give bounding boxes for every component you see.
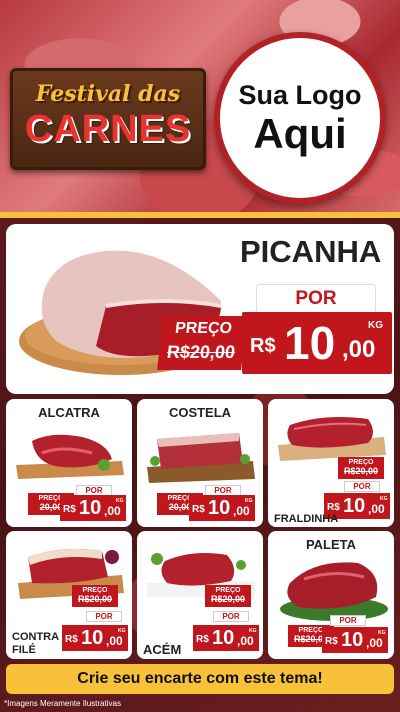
title-line-1: Festival das [35, 81, 181, 107]
currency: R$ [192, 504, 205, 515]
unit: KG [116, 498, 124, 504]
unit: KG [245, 498, 253, 504]
por-label: POR [344, 481, 380, 492]
price-cents: ,00 [104, 504, 121, 518]
featured-currency: R$ [250, 335, 276, 357]
featured-unit: KG [368, 320, 383, 331]
featured-old-price: R$20,00 [165, 342, 237, 362]
product-name: ALCATRA [38, 405, 100, 420]
divider-ribbon [0, 212, 400, 218]
preco-label: PREÇO [348, 459, 374, 466]
old-price-tag: PREÇO R$20,00 [205, 585, 251, 607]
price-tag: R$ 10 ,00 KG [60, 495, 126, 521]
price-cents: ,00 [237, 634, 254, 648]
old-price-tag: PREÇO R$20,00 [338, 457, 384, 479]
price-cents: ,00 [233, 504, 250, 518]
price-integer: 10 [343, 495, 366, 517]
unit: KG [380, 496, 388, 502]
product-name-line-2: FILÉ [12, 644, 36, 656]
price-tag: R$ 10 ,00 KG [62, 625, 128, 651]
alcatra-image [16, 434, 124, 479]
price-integer: 10 [81, 627, 104, 649]
product-name: ACÉM [143, 642, 182, 657]
hero-banner: Festival das CARNES Sua Logo Aqui [0, 0, 400, 215]
product-card-contra-file[interactable]: PREÇO R$20,00 POR R$ 10 ,00 KG CONTRA FI… [6, 531, 132, 659]
unit: KG [378, 630, 386, 636]
currency: R$ [63, 504, 76, 515]
preco-label: PREÇO [82, 587, 108, 594]
logo-text-line-1: Sua Logo [238, 79, 362, 110]
price-cents: ,00 [106, 634, 123, 648]
currency: R$ [327, 502, 340, 513]
featured-product-card[interactable]: PICANHA POR PREÇO R$20,00 R$ 10 ,00 KG [6, 224, 394, 394]
price-integer: 10 [212, 627, 235, 649]
product-name: FRALDINHA [274, 513, 339, 525]
featured-old-price-tag: PREÇO R$20,00 [157, 316, 247, 370]
old-price: R$20,00 [210, 594, 246, 604]
featured-price-integer: 10 [284, 317, 336, 369]
featured-price-cents: ,00 [342, 336, 376, 363]
disclaimer: *Imagens Meramente Ilustrativas [4, 699, 121, 708]
currency: R$ [65, 634, 78, 645]
product-card-fraldinha[interactable]: PREÇO R$20,00 POR R$ 10 ,00 KG FRALDINHA [268, 399, 394, 527]
old-price-tag: PREÇO R$20,00 [72, 585, 118, 607]
price-cents: ,00 [368, 502, 385, 516]
por-label: POR [86, 611, 122, 622]
featured-product-name: PICANHA [240, 234, 382, 269]
featured-preco-label: PREÇO [174, 320, 233, 337]
unit: KG [249, 628, 257, 634]
logo-placeholder[interactable]: Sua Logo Aqui [214, 32, 386, 204]
product-name: PALETA [305, 537, 357, 552]
costela-image [147, 433, 255, 483]
price-integer: 10 [79, 497, 102, 519]
preco-label: PREÇO [215, 587, 241, 594]
price-tag: R$ 10 ,00 KG [193, 625, 259, 651]
product-card-costela[interactable]: COSTELA PREÇO 20,00 POR R$ 10 ,00 KG [137, 399, 263, 527]
title-board: Festival das CARNES [10, 68, 206, 170]
title-line-2: CARNES [24, 108, 192, 150]
cta-banner[interactable]: Crie seu encarte com este tema! [6, 664, 394, 694]
price-tag: R$ 10 ,00 KG [322, 627, 388, 653]
logo-text-line-2: Aqui [253, 109, 347, 157]
product-name-line-1: CONTRA [12, 631, 60, 643]
featured-price-tag: R$ 10 ,00 KG [242, 312, 392, 374]
currency: R$ [196, 634, 209, 645]
product-card-acem[interactable]: PREÇO R$20,00 POR R$ 10 ,00 KG ACÉM [137, 531, 263, 659]
product-name: COSTELA [168, 405, 232, 420]
unit: KG [118, 628, 126, 634]
product-card-paleta[interactable]: PALETA PREÇO R$20,00 POR R$ 10 ,00 KG [268, 531, 394, 659]
por-label: POR [213, 611, 249, 622]
por-label: POR [330, 615, 366, 626]
price-integer: 10 [341, 629, 364, 651]
old-price: R$20,00 [343, 466, 379, 476]
old-price: R$20,00 [77, 594, 113, 604]
featured-por-label: POR [256, 284, 376, 314]
flyer: Festival das CARNES Sua Logo Aqui PICANH… [0, 0, 400, 712]
price-integer: 10 [208, 497, 231, 519]
currency: R$ [325, 636, 338, 647]
product-card-alcatra[interactable]: ALCATRA PREÇO 20,00 POR R$ 10 ,00 KG [6, 399, 132, 527]
price-cents: ,00 [366, 636, 383, 650]
price-tag: R$ 10 ,00 KG [189, 495, 255, 521]
paleta-image [280, 562, 388, 621]
